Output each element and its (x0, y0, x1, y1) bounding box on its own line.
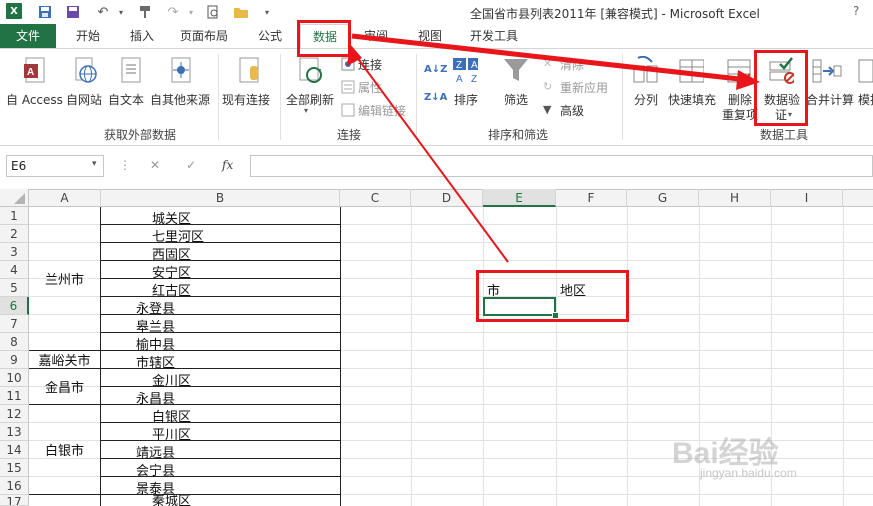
watermark-url: jingyan.baidu.com (700, 466, 797, 480)
arrowhead (736, 70, 760, 90)
arrow-line (355, 55, 509, 263)
arrow-line (351, 33, 749, 83)
